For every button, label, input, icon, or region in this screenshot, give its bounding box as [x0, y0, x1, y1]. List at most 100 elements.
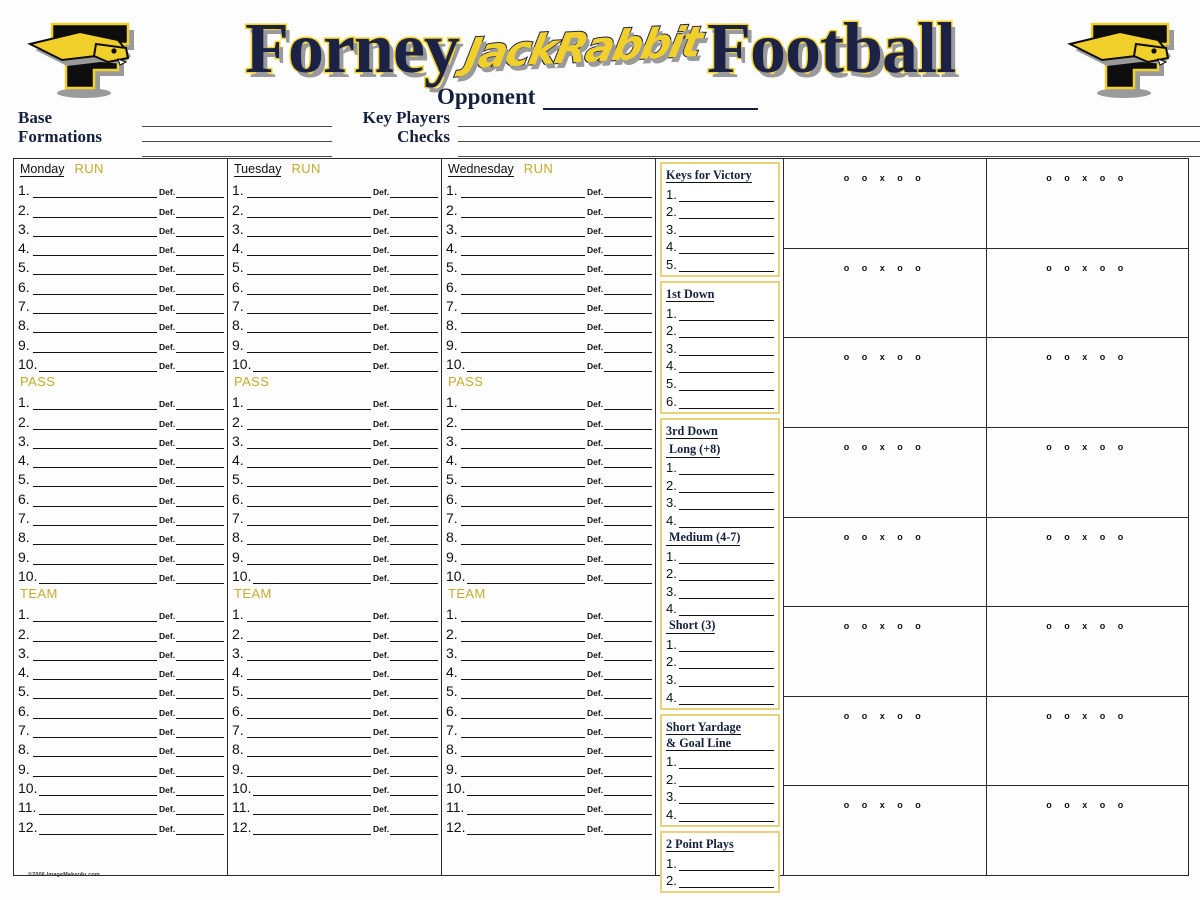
play-call-input-line[interactable]	[461, 241, 585, 257]
defense-input-line[interactable]	[390, 530, 438, 546]
defense-input-line[interactable]	[390, 781, 438, 796]
play-call-input-line[interactable]	[33, 704, 157, 719]
defense-input-line[interactable]	[390, 203, 438, 218]
play-call-input-line[interactable]	[33, 627, 157, 642]
play-diagram-cell[interactable]: o o x o o	[784, 159, 987, 248]
keys-entry-input-line[interactable]	[679, 342, 774, 356]
play-diagram-cell[interactable]: o o x o o	[987, 249, 1189, 338]
play-call-input-line[interactable]	[33, 434, 157, 449]
defense-input-line[interactable]	[604, 569, 652, 584]
play-call-input-line[interactable]	[253, 820, 371, 835]
keys-entry-input-line[interactable]	[679, 377, 774, 391]
play-call-input-line[interactable]	[247, 646, 371, 661]
defense-input-line[interactable]	[390, 357, 438, 372]
defense-input-line[interactable]	[390, 511, 438, 527]
play-call-input-line[interactable]	[461, 318, 585, 334]
play-call-input-line[interactable]	[247, 742, 371, 758]
play-call-input-line[interactable]	[33, 260, 157, 276]
keys-entry-input-line[interactable]	[679, 773, 774, 787]
play-call-input-line[interactable]	[247, 415, 371, 430]
play-call-input-line[interactable]	[247, 338, 371, 353]
defense-input-line[interactable]	[390, 646, 438, 661]
play-call-input-line[interactable]	[33, 338, 157, 353]
play-call-input-line[interactable]	[39, 569, 157, 584]
defense-input-line[interactable]	[604, 820, 652, 835]
play-call-input-line[interactable]	[461, 665, 585, 681]
defense-input-line[interactable]	[176, 241, 224, 257]
keys-entry-input-line[interactable]	[679, 324, 774, 339]
defense-input-line[interactable]	[390, 453, 438, 469]
defense-input-line[interactable]	[604, 607, 652, 623]
play-call-input-line[interactable]	[461, 511, 585, 527]
play-diagram-cell[interactable]: o o x o o	[987, 338, 1189, 427]
play-call-input-line[interactable]	[461, 183, 585, 199]
play-diagram-cell[interactable]: o o x o o	[784, 427, 987, 517]
defense-input-line[interactable]	[176, 704, 224, 719]
defense-input-line[interactable]	[604, 530, 652, 546]
defense-input-line[interactable]	[176, 762, 224, 777]
defense-input-line[interactable]	[390, 704, 438, 719]
keys-entry-input-line[interactable]	[679, 188, 774, 202]
keys-entry-input-line[interactable]	[679, 496, 774, 511]
play-call-input-line[interactable]	[461, 723, 585, 739]
defense-input-line[interactable]	[604, 762, 652, 777]
play-call-input-line[interactable]	[461, 299, 585, 315]
keys-entry-input-line[interactable]	[679, 307, 774, 321]
play-call-input-line[interactable]	[247, 299, 371, 315]
defense-input-line[interactable]	[390, 260, 438, 276]
play-call-input-line[interactable]	[247, 395, 371, 411]
defense-input-line[interactable]	[390, 665, 438, 681]
play-call-input-line[interactable]	[247, 762, 371, 777]
keys-entry-input-line[interactable]	[679, 691, 774, 705]
play-call-input-line[interactable]	[467, 800, 585, 816]
play-call-input-line[interactable]	[33, 222, 157, 237]
opponent-input-line[interactable]	[543, 88, 759, 110]
play-call-input-line[interactable]	[461, 395, 585, 411]
defense-input-line[interactable]	[176, 453, 224, 469]
play-call-input-line[interactable]	[461, 492, 585, 507]
defense-input-line[interactable]	[604, 472, 652, 488]
play-call-input-line[interactable]	[461, 434, 585, 449]
keys-entry-input-line[interactable]	[679, 857, 774, 871]
play-diagram-cell[interactable]: o o x o o	[987, 697, 1189, 786]
keys-entry-input-line[interactable]	[679, 223, 774, 237]
play-call-input-line[interactable]	[247, 607, 371, 623]
keys-entry-input-line[interactable]	[679, 395, 774, 409]
defense-input-line[interactable]	[176, 530, 224, 546]
play-call-input-line[interactable]	[461, 607, 585, 623]
defense-input-line[interactable]	[604, 511, 652, 527]
defense-input-line[interactable]	[390, 318, 438, 334]
defense-input-line[interactable]	[604, 646, 652, 661]
keys-entry-input-line[interactable]	[679, 638, 774, 652]
defense-input-line[interactable]	[604, 453, 652, 469]
defense-input-line[interactable]	[176, 203, 224, 218]
defense-input-line[interactable]	[390, 280, 438, 295]
play-diagram-cell[interactable]: o o x o o	[784, 248, 987, 338]
play-call-input-line[interactable]	[461, 415, 585, 430]
keys-entry-input-line[interactable]	[679, 585, 774, 599]
defense-input-line[interactable]	[176, 299, 224, 315]
defense-input-line[interactable]	[390, 241, 438, 257]
defense-input-line[interactable]	[176, 434, 224, 449]
play-call-input-line[interactable]	[247, 280, 371, 295]
defense-input-line[interactable]	[176, 318, 224, 334]
play-call-input-line[interactable]	[247, 627, 371, 642]
play-call-input-line[interactable]	[467, 820, 585, 835]
defense-input-line[interactable]	[176, 800, 224, 816]
play-call-input-line[interactable]	[461, 627, 585, 642]
play-call-input-line[interactable]	[33, 742, 157, 758]
play-call-input-line[interactable]	[33, 665, 157, 681]
play-diagram-cell[interactable]: o o x o o	[987, 786, 1189, 875]
defense-input-line[interactable]	[604, 800, 652, 816]
key-player-line[interactable]	[458, 112, 1200, 127]
play-call-input-line[interactable]	[39, 800, 157, 816]
play-call-input-line[interactable]	[33, 395, 157, 411]
base-formation-line[interactable]	[142, 142, 332, 157]
keys-entry-input-line[interactable]	[679, 567, 774, 582]
play-call-input-line[interactable]	[247, 665, 371, 681]
defense-input-line[interactable]	[390, 820, 438, 835]
play-call-input-line[interactable]	[33, 415, 157, 430]
defense-input-line[interactable]	[176, 627, 224, 642]
defense-input-line[interactable]	[390, 569, 438, 584]
play-call-input-line[interactable]	[33, 318, 157, 334]
